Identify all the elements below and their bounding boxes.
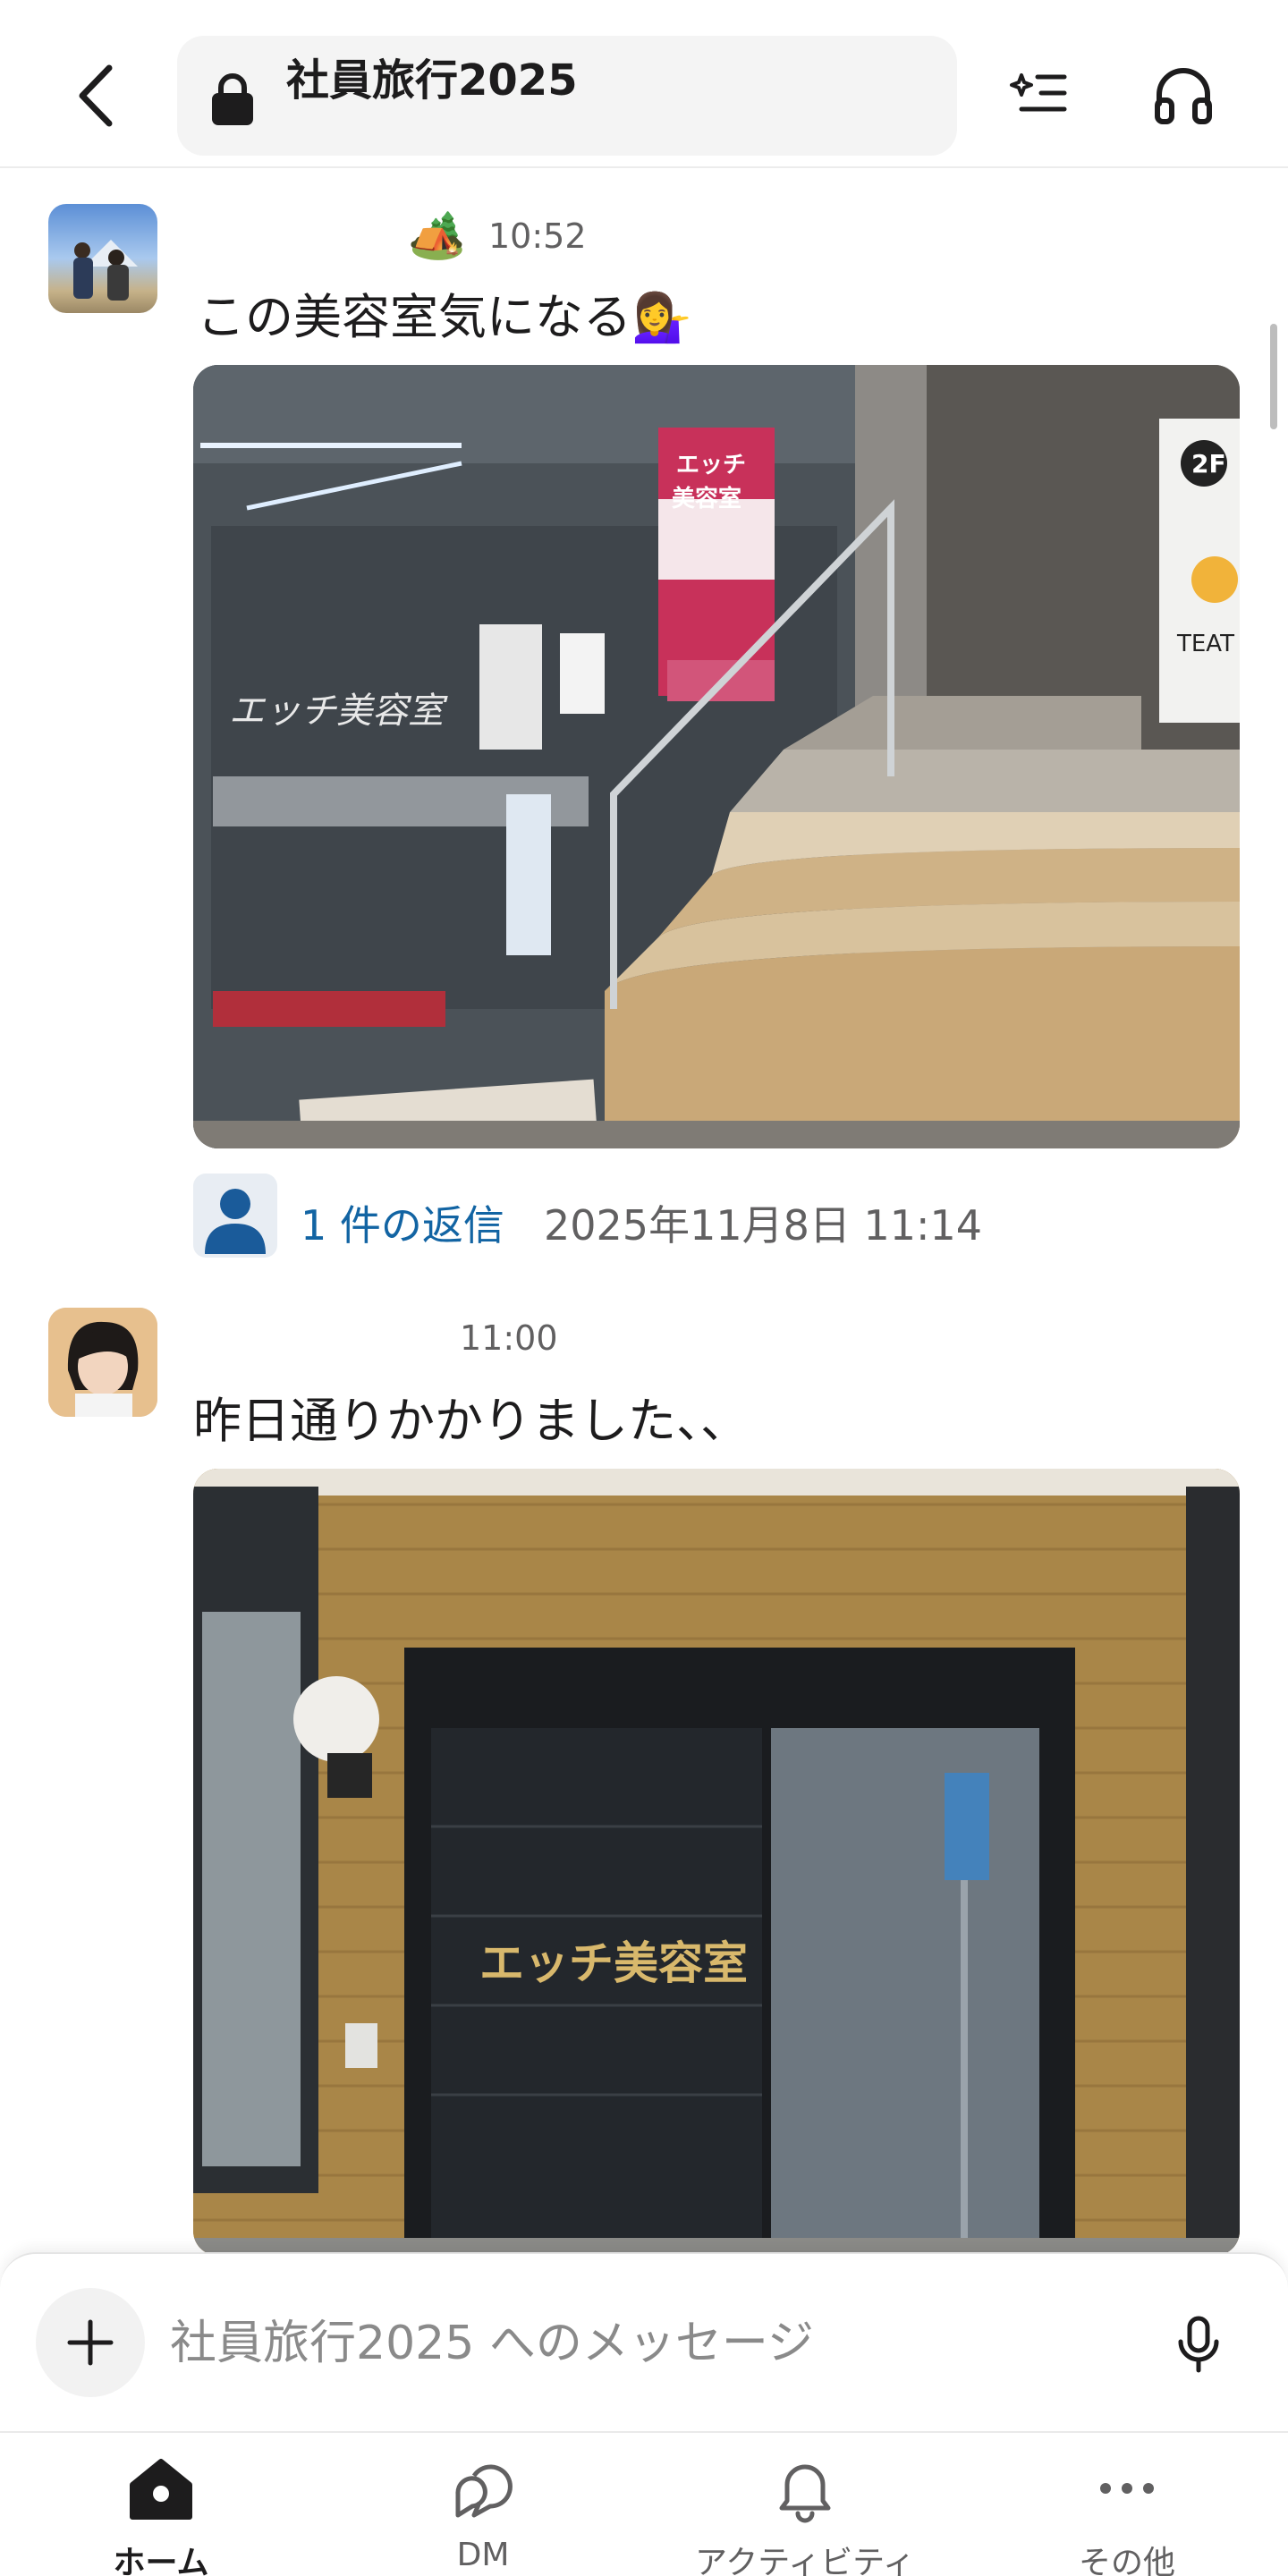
svg-text:2F: 2F — [1191, 449, 1226, 479]
nav-more[interactable]: その他 — [966, 2433, 1288, 2576]
channel-title: 社員旅行2025 — [286, 55, 578, 106]
svg-text:エッチ美容室: エッチ美容室 — [229, 691, 448, 732]
svg-text:美容室: 美容室 — [672, 485, 741, 513]
nav-activity[interactable]: アクティビティ — [644, 2433, 966, 2576]
avatar[interactable] — [48, 204, 157, 313]
message-image[interactable]: エッチ美容室 エッチ 美容室 2F TEAT — [193, 365, 1240, 1148]
emoji: 💁‍♀️ — [631, 289, 692, 345]
avatar — [193, 1174, 277, 1258]
plus-icon — [67, 2319, 114, 2366]
bell-icon — [779, 2464, 831, 2523]
headphones-icon[interactable] — [1152, 64, 1215, 127]
microphone-icon[interactable] — [1172, 2313, 1225, 2376]
chevron-left-icon[interactable] — [63, 55, 134, 136]
thread-replies-link[interactable]: 1 件の返信 2025年11月8日 11:14 — [193, 1174, 1177, 1259]
message-composer — [0, 2252, 1288, 2431]
nav-label: ホーム — [113, 2545, 209, 2576]
home-icon — [130, 2459, 192, 2520]
status-emoji: 🏕️ — [408, 208, 466, 262]
message-body: この美容室気になる — [197, 289, 631, 345]
channel-title-button[interactable]: 社員旅行2025 — [177, 36, 957, 156]
dm-icon — [455, 2464, 513, 2518]
more-icon — [1100, 2483, 1154, 2494]
nav-label: アクティビティ — [695, 2545, 915, 2576]
message-text: 昨日通りかかりました、、 — [193, 1393, 749, 1449]
reply-count[interactable]: 1 件の返信 — [301, 1193, 504, 1252]
message-input[interactable] — [170, 2299, 1109, 2388]
message-timestamp[interactable]: 10:52 — [488, 216, 587, 256]
message-image[interactable]: エッチ美容室 — [193, 1469, 1240, 2256]
svg-text:エッチ美容室: エッチ美容室 — [479, 1937, 748, 1989]
channel-header: 社員旅行2025 — [0, 0, 1288, 168]
message-timestamp[interactable]: 11:00 — [460, 1318, 558, 1358]
last-reply-time: 2025年11月8日 11:14 — [544, 1201, 983, 1250]
avatar[interactable] — [48, 1308, 157, 1417]
nav-label: DM — [456, 2537, 510, 2573]
scrollbar[interactable] — [1270, 324, 1277, 429]
nav-home[interactable]: ホーム — [0, 2433, 322, 2576]
svg-text:エッチ: エッチ — [676, 452, 746, 479]
message-text: この美容室気になる💁‍♀️ — [197, 277, 691, 348]
nav-label: その他 — [1078, 2545, 1175, 2576]
svg-text:TEAT: TEAT — [1176, 631, 1234, 657]
ai-summary-icon[interactable] — [1009, 63, 1072, 125]
lock-icon — [209, 72, 256, 127]
add-attachment-button[interactable] — [36, 2288, 145, 2397]
nav-dm[interactable]: DM — [322, 2433, 644, 2576]
bottom-navigation: ホーム DM アクティビティ その他 — [0, 2431, 1288, 2576]
